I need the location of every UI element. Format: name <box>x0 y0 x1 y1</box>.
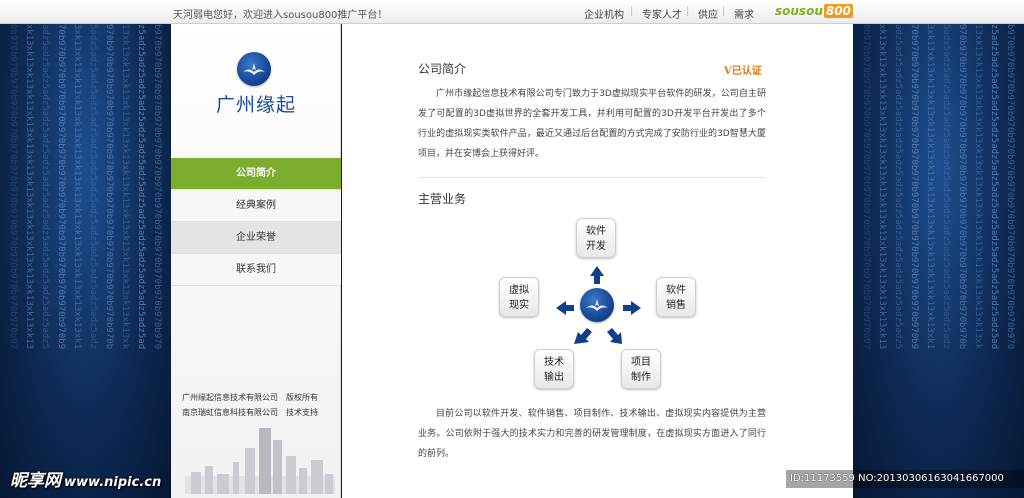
watermark-url: www.nipic.cn <box>64 475 162 490</box>
copyright-row: 南京瑞虹信息科技有限公司 技术支持 <box>171 407 341 422</box>
company-intro-text: 广州市缘起信息技术有限公司专门致力于3D虚拟现实平台软件的研发，公司自主研发了可… <box>418 89 766 159</box>
arrow-left-icon <box>556 301 574 315</box>
nav-link-supply[interactable]: 供应 <box>698 6 718 21</box>
nav-link-demand[interactable]: 需求 <box>734 6 754 21</box>
matrix-code-column: 3xk13xk13xk13xk13xk13xk13xk13xk13xk13xk1… <box>72 24 82 350</box>
sidebar-item-honors[interactable]: 企业荣誉 <box>171 222 341 254</box>
company-intro-title: 公司简介 <box>418 62 467 76</box>
sidebar-item-company-intro[interactable]: 公司简介 <box>171 158 341 190</box>
matrix-code-column: z5adz5adz5adz5adz5adz5adz5adz5adz5adz5ad… <box>136 24 146 350</box>
brand-logo-number: 800 <box>823 4 853 18</box>
watermark-site-name: 昵享网 <box>10 471 61 491</box>
sidebar-menu: 公司简介 经典案例 企业荣誉 联系我们 <box>171 158 341 286</box>
business-item-virtual-reality: 虚拟 现实 <box>499 277 539 317</box>
matrix-code-column: 13xk13xk13xk13xk13xk13xk13xk13xk13xk13xk… <box>120 24 130 350</box>
welcome-text: 天河弱电您好，欢迎进入sousou800推广平台！ <box>173 10 388 21</box>
nav-link-experts[interactable]: 专家人才 <box>642 6 682 21</box>
copyright-company: 广州缘起信息技术有限公司 <box>182 393 278 402</box>
matrix-code-column: xk13xk13xk13xk13xk13xk13xk13xk13xk13xk13… <box>24 24 34 350</box>
matrix-code-column: 970b970b970b970b970b970b970b970b970b970b… <box>104 24 114 350</box>
nav-separator: | <box>722 6 726 17</box>
city-skyline-image <box>185 428 335 494</box>
arrow-right-icon <box>623 301 641 315</box>
sousou800-logo[interactable]: sousou 800 <box>775 4 853 19</box>
arrow-up-icon <box>590 266 604 284</box>
support-company: 南京瑞虹信息科技有限公司 <box>182 408 278 417</box>
business-item-line: 虚拟 <box>509 285 529 296</box>
company-emblem-icon <box>237 52 271 86</box>
diagram-arrows <box>556 266 641 344</box>
nav-link-organizations[interactable]: 企业机构 <box>584 6 624 21</box>
top-bar: 天河弱电您好，欢迎进入sousou800推广平台！ 企业机构 | 专家人才 | … <box>0 0 1024 24</box>
copyright-block: 广州缘起信息技术有限公司 版权所有 南京瑞虹信息科技有限公司 技术支持 <box>171 392 341 422</box>
sidebar: 广州缘起 公司简介 经典案例 企业荣誉 联系我们 广州缘起信息技术有限公司 版权所… <box>171 24 341 498</box>
matrix-code-column: adz5adz5adz5adz5adz5adz5adz5adz5adz5adz5… <box>893 24 903 350</box>
sidebar-item-classic-cases[interactable]: 经典案例 <box>171 190 341 222</box>
watermark-id: ID:11173559 NO:20130306163041667000 <box>786 470 1024 488</box>
business-item-line: 软件 <box>666 285 686 296</box>
matrix-code-column: 0b970b970b970b970b970b970b970b970b970b97… <box>861 24 871 350</box>
business-item-line: 软件 <box>586 226 606 237</box>
matrix-code-column: 70b970b970b970b970b970b970b970b970b970b9… <box>56 24 66 350</box>
brand-logo-text: sousou <box>775 4 823 18</box>
nav-separator: | <box>686 6 690 17</box>
business-item-line: 制作 <box>631 372 651 383</box>
matrix-code-column: 3xk13xk13xk13xk13xk13xk13xk13xk13xk13xk1… <box>925 24 935 350</box>
business-description-text: 目前公司以软件开发、软件销售、项目制作、技术输出、虚拟现实内容提供为主营业务。公… <box>418 409 766 459</box>
business-item-line: 现实 <box>509 300 529 311</box>
matrix-code-column: xk13xk13xk13xk13xk13xk13xk13xk13xk13xk13… <box>877 24 887 350</box>
copyright-row: 广州缘起信息技术有限公司 版权所有 <box>171 392 341 407</box>
nav-separator: | <box>630 6 634 17</box>
matrix-code-column: 70b970b970b970b970b970b970b970b970b970b9… <box>909 24 919 350</box>
arrow-down-left-icon <box>574 328 592 344</box>
main-content: 公司简介 V已认证 广州市缘起信息技术有限公司专门致力于3D虚拟现实平台软件的研… <box>342 24 853 498</box>
matrix-code-column: 5adz5adz5adz5adz5adz5adz5adz5adz5adz5adz… <box>88 24 98 350</box>
section-divider <box>418 177 766 178</box>
sidebar-item-contact[interactable]: 联系我们 <box>171 254 341 286</box>
business-item-software-dev: 软件 开发 <box>576 218 616 258</box>
matrix-code-column: 0b970b970b970b970b970b970b970b970b970b97… <box>8 24 18 350</box>
watermark-site: 昵享网 www.nipic.cn <box>10 466 161 491</box>
matrix-code-column: adz5adz5adz5adz5adz5adz5adz5adz5adz5adz5… <box>40 24 50 350</box>
support-note: 技术支持 <box>286 408 318 417</box>
business-item-software-sales: 软件 销售 <box>656 277 696 317</box>
business-item-line: 输出 <box>544 372 564 383</box>
business-title: 主营业务 <box>418 192 467 206</box>
matrix-code-column: 5adz5adz5adz5adz5adz5adz5adz5adz5adz5adz… <box>941 24 951 350</box>
copyright-note: 版权所有 <box>286 393 318 402</box>
matrix-code-column: 13xk13xk13xk13xk13xk13xk13xk13xk13xk13xk… <box>973 24 983 350</box>
business-item-line: 销售 <box>666 300 686 311</box>
matrix-code-column: b970b970b970b970b970b970b970b970b970b970… <box>1005 24 1015 350</box>
verified-badge: V已认证 <box>724 66 762 77</box>
arrow-down-right-icon <box>607 328 622 344</box>
business-item-line: 开发 <box>586 241 606 252</box>
left-background: 0b970b970b970b970b970b970b970b970b970b97… <box>0 24 171 498</box>
company-logo-text: 广州缘起 <box>215 94 296 116</box>
matrix-code-column: b970b970b970b970b970b970b970b970b970b970… <box>152 24 162 350</box>
matrix-code-column: z5adz5adz5adz5adz5adz5adz5adz5adz5adz5ad… <box>989 24 999 350</box>
right-background: 0b970b970b970b970b970b970b970b970b970b97… <box>853 24 1024 498</box>
matrix-code-column: 970b970b970b970b970b970b970b970b970b970b… <box>957 24 967 350</box>
